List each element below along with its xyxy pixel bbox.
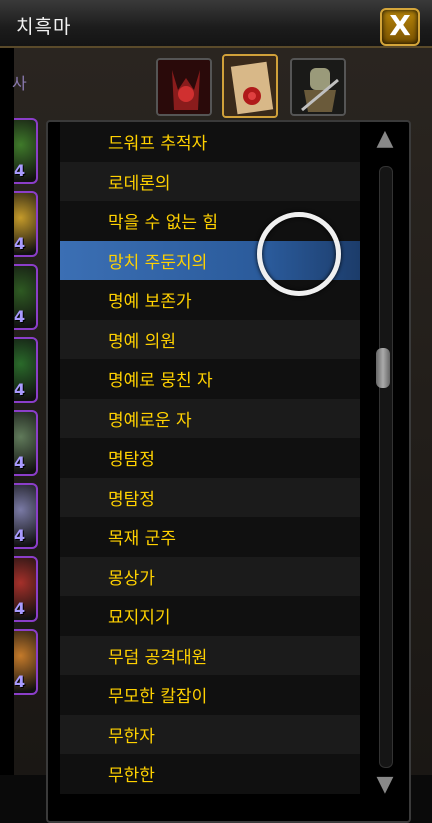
cursor-ring-icon	[257, 212, 341, 296]
title-row[interactable]: 몽상가	[60, 556, 360, 596]
equipment-slot[interactable]: 4	[14, 337, 38, 403]
slot-count: 4	[14, 234, 26, 253]
title-row[interactable]: 묘지지기	[60, 596, 360, 636]
character-frame: 사 4 4 4 4 4 4 4 4 드워프 추적자 로데론의 막을 수 없는 힘 망치 주둔지의 명예…	[0, 48, 432, 823]
slot-count: 4	[14, 672, 26, 691]
title-row[interactable]: 명탐정	[60, 477, 360, 517]
scroll-seal-icon	[224, 56, 276, 116]
title-row[interactable]: 무한한	[60, 754, 360, 794]
title-row[interactable]: 무덤 공격대원	[60, 635, 360, 675]
character-icon	[158, 60, 210, 114]
close-button[interactable]: X	[380, 8, 420, 46]
slot-count: 4	[14, 526, 26, 545]
title-row[interactable]: 명예 의원	[60, 319, 360, 359]
left-edge	[0, 48, 14, 775]
equipment-slot[interactable]: 4	[14, 629, 38, 695]
scroll-down-button[interactable]: ▼	[370, 774, 400, 796]
title-list-panel: 드워프 추적자 로데론의 막을 수 없는 힘 망치 주둔지의 명예 보존가 명예 의원 명예…	[46, 120, 411, 823]
tab-titles[interactable]	[222, 54, 278, 118]
equipment-slot[interactable]: 4	[14, 483, 38, 549]
title-row[interactable]: 무한자	[60, 714, 360, 754]
equipment-slot[interactable]: 4	[14, 410, 38, 476]
armor-icon	[292, 60, 344, 114]
equipment-slot[interactable]: 4	[14, 556, 38, 622]
title-bar: 치흑마 X	[0, 0, 432, 48]
slot-count: 4	[14, 380, 26, 399]
slot-count: 4	[14, 307, 26, 326]
title-row[interactable]: 목재 군주	[60, 517, 360, 557]
window-title: 치흑마	[16, 16, 72, 38]
slot-count: 4	[14, 599, 26, 618]
partial-label: 사	[12, 74, 27, 93]
scroll-thumb[interactable]	[376, 348, 390, 388]
title-row[interactable]: 명탐정	[60, 438, 360, 478]
tab-equipment[interactable]	[290, 58, 346, 116]
scroll-track[interactable]	[379, 166, 393, 768]
equipment-slot[interactable]: 4	[14, 191, 38, 257]
slot-count: 4	[14, 161, 26, 180]
title-row[interactable]: 드워프 추적자	[60, 122, 360, 162]
equipment-slot[interactable]: 4	[14, 118, 38, 184]
scroll-up-button[interactable]: ▲	[370, 128, 400, 150]
tab-character[interactable]	[156, 58, 212, 116]
title-row[interactable]: 명예로 뭉친 자	[60, 359, 360, 399]
title-row[interactable]: 명예로운 자	[60, 398, 360, 438]
equipment-slot[interactable]: 4	[14, 264, 38, 330]
slot-count: 4	[14, 453, 26, 472]
title-row[interactable]: 무모한 칼잡이	[60, 675, 360, 715]
title-row[interactable]: 로데론의	[60, 161, 360, 201]
